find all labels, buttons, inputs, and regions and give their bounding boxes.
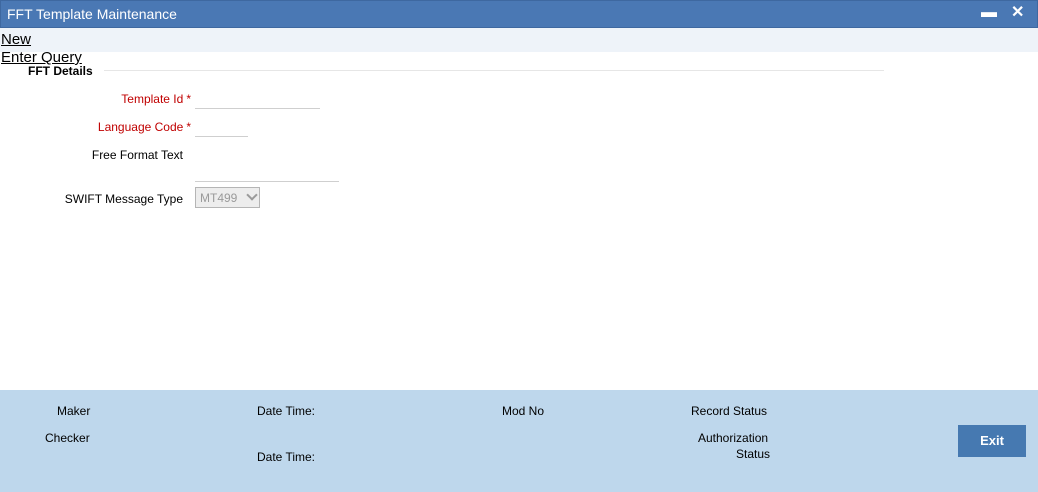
maker-date-time-label: Date Time: [257,404,316,418]
language-code-label-text: Language Code [97,120,184,134]
maker-label: Maker [57,404,91,418]
free-format-text-label: Free Format Text [91,148,183,162]
close-icon[interactable]: ✕ [1011,3,1024,23]
required-mark: * [186,92,191,106]
window-title: FFT Template Maintenance [7,6,177,22]
template-id-label: Template Id * [60,92,191,106]
required-mark: * [186,120,191,134]
section-title: FFT Details [28,64,93,78]
swift-message-type-value: MT499 [200,191,238,205]
new-link[interactable]: New [1,32,31,48]
mod-no-label: Mod No [502,404,545,418]
free-format-text-input[interactable] [195,181,339,182]
language-code-input[interactable] [195,136,248,137]
section-divider [104,70,884,71]
checker-label: Checker [45,431,90,445]
checker-date-time-label: Date Time: [257,450,316,464]
record-status-label: Record Status [691,404,768,418]
language-code-label: Language Code * [60,120,191,134]
template-id-input[interactable] [195,108,320,109]
template-id-label-text: Template Id [121,92,184,106]
swift-message-type-label: SWIFT Message Type [64,192,183,206]
exit-button[interactable]: Exit [958,425,1026,457]
chevron-down-icon [246,189,258,201]
minimize-icon[interactable]: ▬ [981,3,997,23]
toolbar: New [0,28,1038,52]
authorization-status-label-line1: Authorization [698,431,769,445]
window-titlebar: FFT Template Maintenance ▬ ✕ [0,0,1038,28]
authorization-status-label-line2: Status [736,447,771,461]
swift-message-type-select[interactable]: MT499 [195,187,260,208]
